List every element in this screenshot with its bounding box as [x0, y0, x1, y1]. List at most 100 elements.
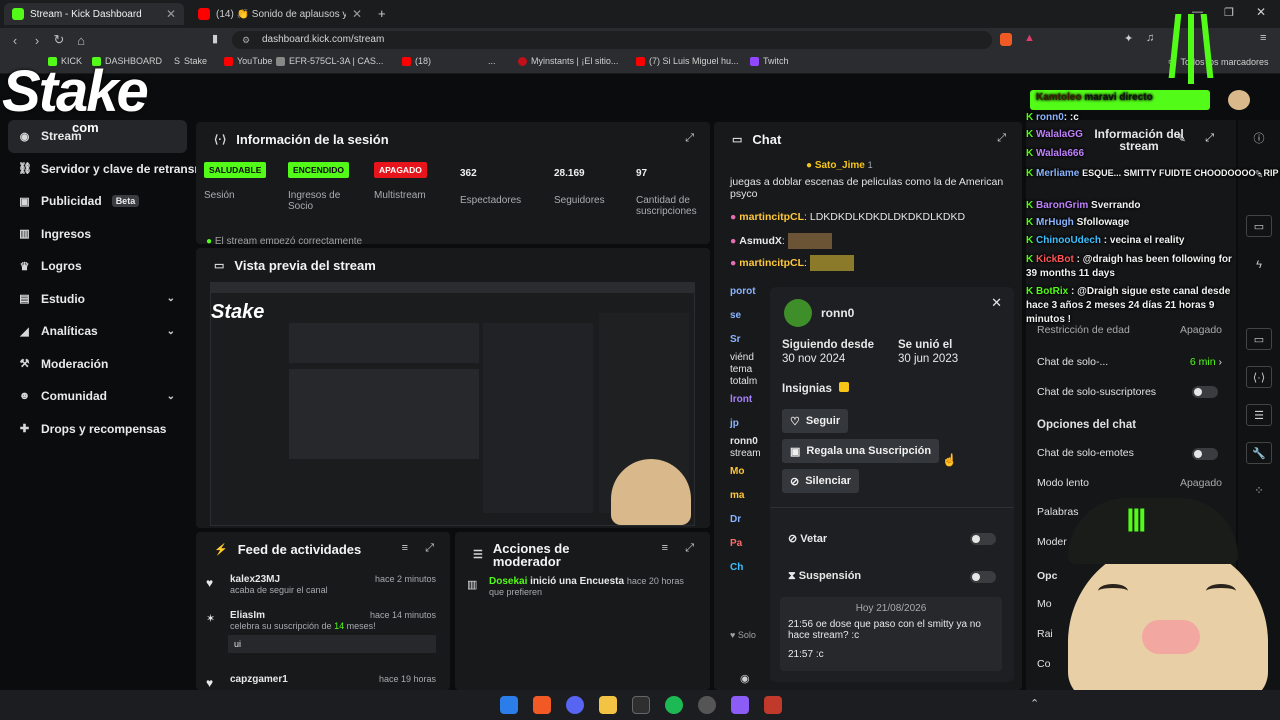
bookmark-twitch[interactable]: Twitch: [750, 56, 789, 66]
settings-row-slow-mode[interactable]: Modo lento Apagado: [1037, 477, 1222, 489]
trophy-icon: ♛: [19, 260, 30, 273]
chat-options-heading: Opciones del chat: [1037, 419, 1137, 431]
joined-date: 30 jun 2023: [898, 353, 959, 365]
discord-icon[interactable]: [566, 696, 584, 714]
emote: [809, 255, 854, 271]
timeout-toggle[interactable]: [970, 571, 996, 583]
mute-icon: ⊘: [790, 475, 800, 488]
vpn-icon[interactable]: [764, 696, 782, 714]
brave-shield-icon[interactable]: [1000, 33, 1012, 46]
close-tab-icon[interactable]: ✕: [166, 7, 176, 21]
settings-row-followers-only[interactable]: Chat de solo-... 6 min ›: [1037, 356, 1222, 368]
close-icon[interactable]: ✕: [991, 295, 1002, 311]
session-icon: ⟨·⟩: [214, 134, 227, 146]
heart-icon: ♥: [730, 630, 736, 640]
bookmark-more[interactable]: ...: [488, 56, 496, 66]
overlay-chat-line: K ronn0: :c: [1026, 112, 1079, 123]
gift-subscription-button[interactable]: ▣ Regala una Suscripción: [782, 439, 940, 463]
bookmark-youtube-18[interactable]: (18): [402, 56, 431, 66]
close-tab-icon[interactable]: ✕: [352, 7, 362, 21]
expand-icon[interactable]: ⤢: [997, 132, 1006, 145]
filter-icon[interactable]: ≡: [662, 542, 668, 554]
analytics-icon: ◢: [20, 325, 29, 338]
chat-footer: ♥ Solo: [730, 630, 756, 640]
new-tab-icon[interactable]: +: [378, 6, 386, 21]
back-icon[interactable]: ‹: [4, 33, 26, 48]
sidebar-item-ads[interactable]: ▣ Publicidad Beta: [0, 185, 195, 218]
windows-start-icon[interactable]: [500, 696, 518, 714]
cap: [1068, 498, 1238, 564]
poll-icon: ▥: [467, 579, 478, 591]
history-message: 21:56 oe dose que paso con el smitty ya …: [788, 619, 981, 641]
studio-icon: ▤: [19, 293, 30, 306]
sidebar-item-community[interactable]: ☻ Comunidad ⌄: [0, 380, 195, 413]
bookmark-icon[interactable]: ▮: [212, 32, 218, 45]
window-close-icon[interactable]: ✕: [1256, 5, 1266, 19]
extensions-icon[interactable]: ✦: [1124, 32, 1133, 45]
media-icon[interactable]: ♫: [1146, 32, 1154, 44]
spotify-icon[interactable]: [665, 696, 683, 714]
expand-icon[interactable]: ⤢: [425, 542, 434, 555]
tab-youtube[interactable]: (14) 👏 Sonido de aplausos y gri ✕: [190, 3, 370, 25]
expand-icon[interactable]: ⤢: [685, 542, 694, 555]
subs-only-toggle[interactable]: [1192, 386, 1218, 398]
panel-title: Feed de actividades: [237, 542, 362, 557]
bolt-icon[interactable]: ϟ: [1246, 254, 1272, 276]
wrench-icon[interactable]: 🔧: [1246, 442, 1272, 464]
app-icon[interactable]: [698, 696, 716, 714]
filter-icon[interactable]: ≡: [402, 542, 408, 554]
sidebar-item-server-key[interactable]: ⛓ Servidor y clave de retransmisión: [0, 153, 233, 186]
forward-icon[interactable]: ›: [26, 33, 48, 48]
tab-kick-dashboard[interactable]: Stream - Kick Dashboard ✕: [4, 3, 184, 25]
cat-nose: [1142, 620, 1200, 654]
settings-icon[interactable]: ◉: [740, 672, 750, 685]
home-icon[interactable]: ⌂: [70, 33, 92, 48]
bookmark-youtube[interactable]: YouTube: [224, 56, 272, 66]
tray-chevron-icon[interactable]: ⌃: [1030, 697, 1039, 710]
os-taskbar: ⌃: [0, 690, 1280, 720]
bookmark-casio[interactable]: EFR-575CL-3A | CAS...: [276, 56, 383, 66]
url-field[interactable]: ⚙ dashboard.kick.com/stream: [232, 31, 992, 49]
reload-icon[interactable]: ↻: [48, 32, 70, 48]
feed-item: ✶ EliasIm hace 14 minutos celebra su susc…: [206, 610, 436, 653]
heart-icon: ♥: [206, 676, 214, 690]
sidebar-item-studio[interactable]: ▤ Estudio ⌄: [0, 283, 195, 316]
list-icon[interactable]: ☰: [1246, 404, 1272, 426]
sidebar-item-analytics[interactable]: ◢ Analíticas ⌄: [0, 315, 195, 348]
menu-icon[interactable]: ≡: [1260, 32, 1266, 44]
card-username: ronn0: [821, 306, 855, 320]
obs-icon[interactable]: [632, 696, 650, 714]
status-badge: APAGADO: [374, 162, 427, 178]
bookmark-myinstants[interactable]: Myinstants | ¡El sitio...: [518, 56, 618, 66]
timeout-label: ⧗ Suspensión: [788, 570, 862, 582]
broadcast-icon[interactable]: ⟨·⟩: [1246, 366, 1272, 388]
brave-rewards-icon[interactable]: ▲: [1024, 32, 1035, 44]
expand-icon[interactable]: ⤢: [685, 132, 694, 145]
overlay-chat-line: K BaronGrim Sverrando: [1026, 200, 1141, 211]
ban-toggle[interactable]: [970, 533, 996, 545]
bookmark-youtube-7[interactable]: (7) Si Luis Miguel hu...: [636, 56, 739, 66]
pinned-gifter[interactable]: ● Sato_Jime 1: [806, 160, 873, 171]
stat-followers: 28.169 Seguidores: [554, 168, 605, 206]
sidebar-item-income[interactable]: ▥ Ingresos: [0, 218, 195, 251]
kick-badge-icon: K: [1026, 168, 1034, 179]
expand-icon[interactable]: ⤢: [1205, 132, 1214, 145]
chevron-down-icon: ⌄: [166, 293, 175, 305]
clip-icon[interactable]: ▭: [1246, 215, 1272, 237]
sidebar-item-achievements[interactable]: ♛ Logros: [0, 250, 195, 283]
brave-icon[interactable]: [533, 696, 551, 714]
folder-icon[interactable]: [599, 696, 617, 714]
mute-button[interactable]: ⊘ Silenciar: [782, 469, 860, 493]
stream-preview-video[interactable]: Stake: [210, 282, 695, 526]
grid-app-icon[interactable]: [731, 696, 749, 714]
edit-icon[interactable]: ✎: [1177, 132, 1186, 145]
badge-icon: ●: [730, 234, 737, 247]
info-icon[interactable]: ⓘ: [1246, 128, 1272, 150]
site-info-icon[interactable]: ⚙: [242, 31, 250, 49]
sidebar-item-moderation[interactable]: ⚒ Moderación: [0, 348, 195, 381]
maximize-icon[interactable]: ❐: [1224, 6, 1234, 19]
follow-button[interactable]: ♡ Seguir: [782, 409, 849, 433]
emotes-only-toggle[interactable]: [1192, 448, 1218, 460]
chat-icon[interactable]: ▭: [1246, 328, 1272, 350]
sidebar-item-drops[interactable]: ✚ Drops y recompensas: [0, 413, 195, 446]
